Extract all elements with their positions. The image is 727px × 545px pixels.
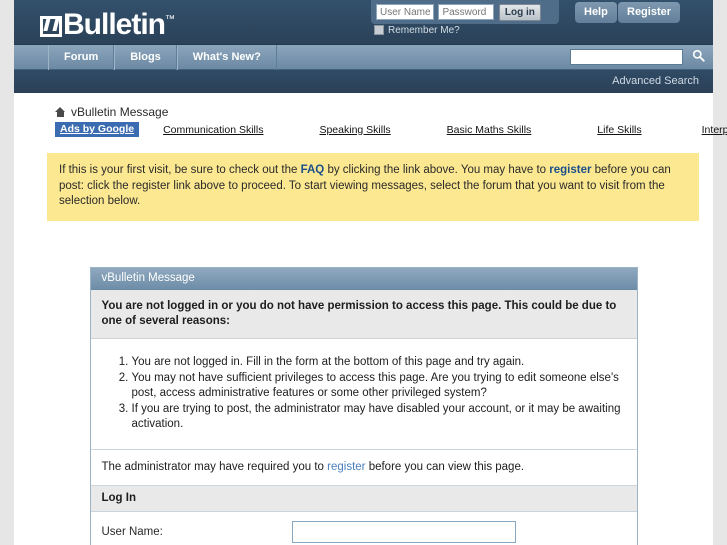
nav-tabs: Forum Blogs What's New? xyxy=(48,45,277,70)
remember-me-label: Remember Me? xyxy=(388,25,460,36)
login-section-title: Log In xyxy=(90,485,637,512)
panel-title: vBulletin Message xyxy=(90,267,637,290)
notice-text-2: by clicking the link above. You may have… xyxy=(324,164,550,176)
home-icon[interactable] xyxy=(55,107,66,117)
reasons-list: You are not logged in. Fill in the form … xyxy=(102,355,623,433)
breadcrumb-wrap: vBulletin Message xyxy=(14,93,713,119)
admin-note: The administrator may have required you … xyxy=(90,450,637,486)
vbulletin-v-mark-icon xyxy=(40,16,62,37)
page-content: vBulletin Message Ads by Google Communic… xyxy=(14,93,727,545)
ad-link-life-skills[interactable]: Life Skills xyxy=(597,124,641,136)
main-navbar: Forum Blogs What's New? xyxy=(14,45,713,70)
site-shell: Bulletin™ Log in Remember Me? Help Regis… xyxy=(14,0,727,545)
search-icon[interactable] xyxy=(687,47,709,68)
page-root: Bulletin™ Log in Remember Me? Help Regis… xyxy=(0,0,727,545)
nav-tab-blogs[interactable]: Blogs xyxy=(114,45,177,70)
header-username-input[interactable] xyxy=(376,4,434,20)
panel-reasons-body: You are not logged in. Fill in the form … xyxy=(90,339,637,450)
vbulletin-message-panel: vBulletin Message You are not logged in … xyxy=(89,266,638,545)
ad-link-communication-skills[interactable]: Communication Skills xyxy=(163,124,263,136)
ad-link-basic-maths-skills[interactable]: Basic Maths Skills xyxy=(447,124,532,136)
vbulletin-logo[interactable]: Bulletin™ xyxy=(40,2,175,43)
help-button[interactable]: Help xyxy=(575,2,617,23)
nav-tab-whats-new[interactable]: What's New? xyxy=(176,45,277,70)
first-visit-notice: If this is your first visit, be sure to … xyxy=(47,153,699,221)
reason-item: You may not have sufficient privileges t… xyxy=(132,371,623,402)
ad-link-interpersonal-skills[interactable]: Interpersonal Skills xyxy=(702,124,727,136)
username-label: User Name: xyxy=(101,525,163,538)
site-header: Bulletin™ Log in Remember Me? Help Regis… xyxy=(14,0,713,45)
form-row-username: User Name: xyxy=(91,512,637,545)
login-username-input[interactable] xyxy=(291,520,516,543)
admin-register-link[interactable]: register xyxy=(327,461,365,473)
notice-text-1: If this is your first visit, be sure to … xyxy=(59,164,301,176)
header-login-form: Log in xyxy=(371,0,559,24)
search-input[interactable] xyxy=(570,49,683,65)
breadcrumb-current: vBulletin Message xyxy=(71,105,169,119)
logo-trademark: ™ xyxy=(165,14,175,25)
register-button[interactable]: Register xyxy=(618,2,681,23)
advanced-search-link[interactable]: Advanced Search xyxy=(612,75,699,87)
ads-by-google-badge[interactable]: Ads by Google xyxy=(55,122,140,137)
admin-note-post: before you can view this page. xyxy=(365,460,525,473)
ad-link-speaking-skills[interactable]: Speaking Skills xyxy=(319,124,390,136)
reason-item: You are not logged in. Fill in the form … xyxy=(132,355,623,371)
google-ads-row: Ads by Google Communication Skills Speak… xyxy=(55,122,727,137)
header-password-input[interactable] xyxy=(438,4,495,20)
remember-me-checkbox[interactable] xyxy=(374,25,384,35)
notice-register-link[interactable]: register xyxy=(549,164,591,176)
logo-text: Bulletin xyxy=(63,8,166,41)
breadcrumb: vBulletin Message xyxy=(55,105,713,119)
nav-tab-forum[interactable]: Forum xyxy=(48,45,115,70)
admin-note-pre: The administrator may have required you … xyxy=(101,460,328,473)
panel-alert-message: You are not logged in or you do not have… xyxy=(90,289,637,339)
header-login-button[interactable]: Log in xyxy=(498,4,541,21)
remember-me-row[interactable]: Remember Me? xyxy=(374,25,460,36)
faq-link[interactable]: FAQ xyxy=(301,164,325,176)
advanced-search-strip: Advanced Search xyxy=(14,70,713,93)
reason-item: If you are trying to post, the administr… xyxy=(132,402,623,433)
